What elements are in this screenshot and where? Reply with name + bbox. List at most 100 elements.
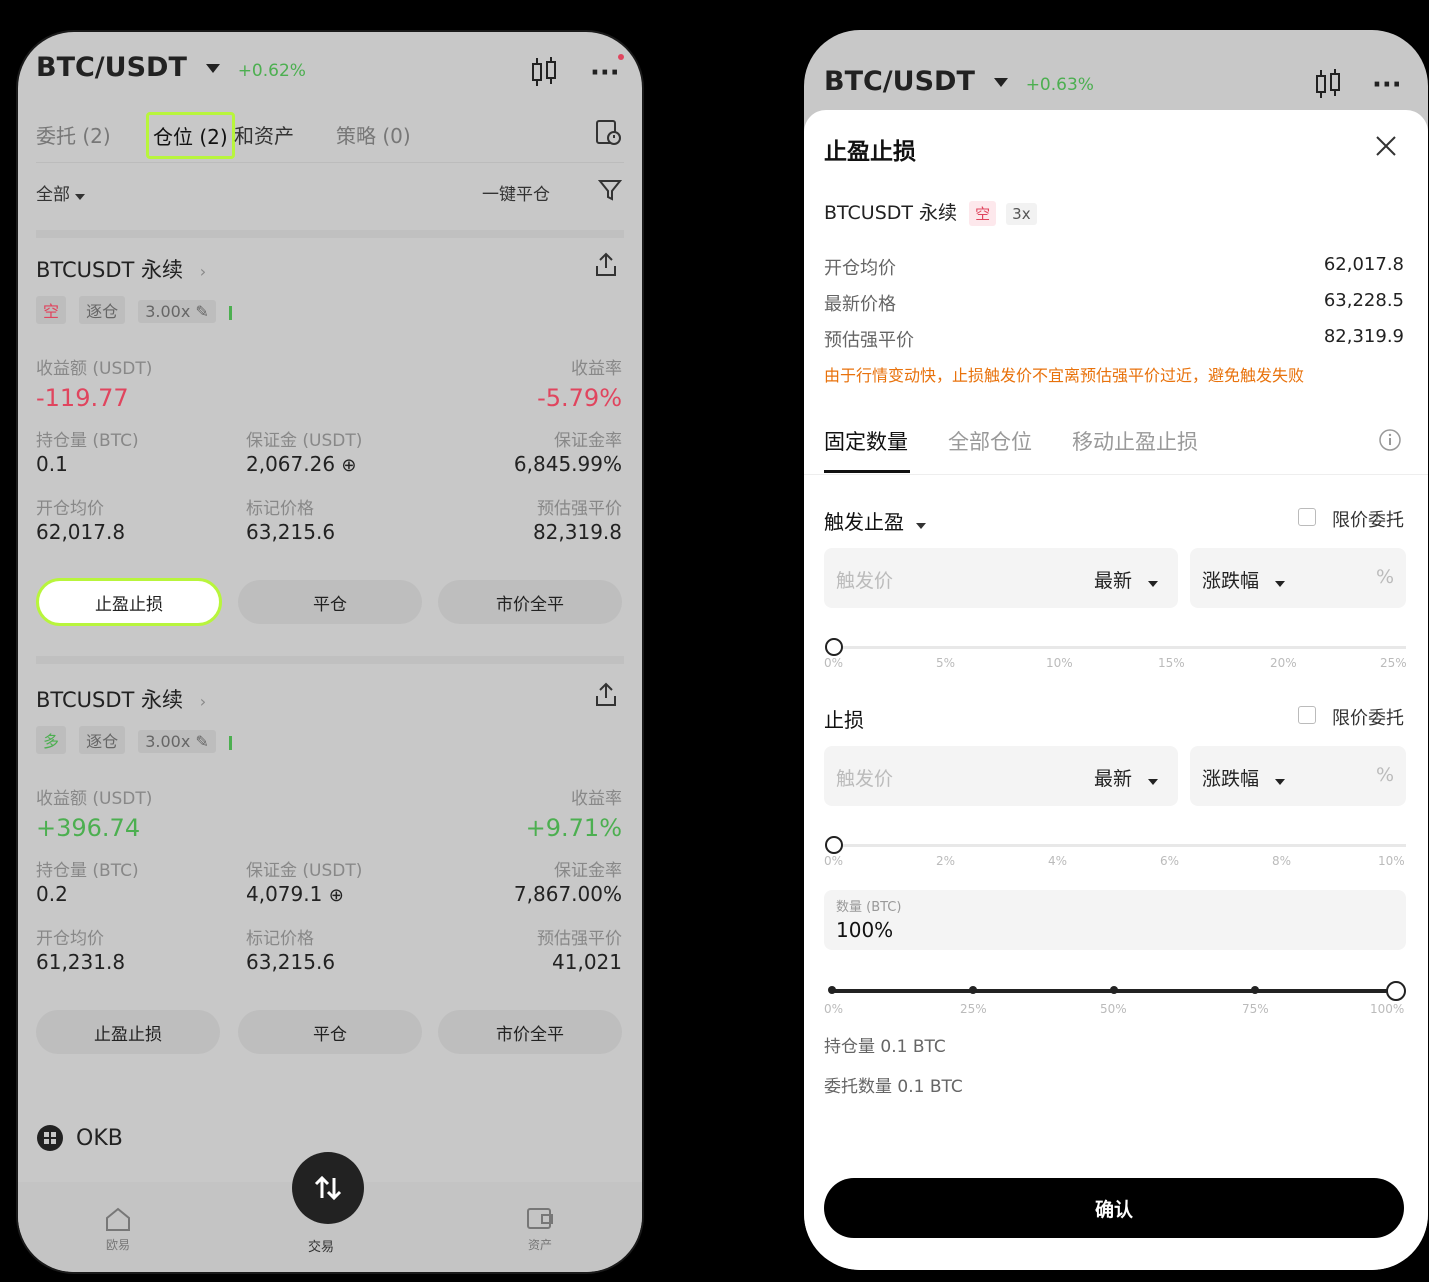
margin-ratio-value: 7,867.00% [513, 882, 622, 906]
nav-assets[interactable]: 资产 [520, 1204, 560, 1253]
chevron-down-icon [75, 194, 86, 200]
candlestick-icon[interactable] [530, 56, 558, 88]
side-tag: 空 [969, 201, 997, 226]
tp-limit-label: 限价委托 [1332, 510, 1404, 531]
tp-tick: 0% [824, 656, 844, 670]
nav-home[interactable]: 欧易 [98, 1206, 138, 1253]
mark-label: 标记价格 [246, 929, 314, 949]
liq-value: 82,319.8 [532, 520, 622, 544]
sl-slider-handle[interactable] [825, 836, 843, 854]
sl-trigger-input[interactable]: 触发价 最新 [824, 746, 1178, 806]
entry-price-label: 开仓均价 [824, 258, 896, 279]
qty-tick: 100% [1370, 1002, 1405, 1016]
nav-trade-label[interactable]: 交易 [308, 1236, 334, 1255]
left-phone: BTC/USDT +0.62% ··· 委托 (2) 仓位 (2) 和资产 策略… [18, 32, 642, 1272]
close-icon[interactable] [1374, 134, 1398, 158]
qty-tick: 25% [960, 1002, 987, 1016]
add-margin-icon[interactable]: ⊕ [329, 885, 344, 906]
qty-slider-handle[interactable] [1386, 981, 1406, 1001]
tab-all-positions[interactable]: 全部仓位 [948, 426, 1032, 456]
more-icon[interactable]: ··· [1372, 70, 1402, 100]
contract-row: BTCUSDT 永续 空 3x [824, 198, 1037, 226]
sl-tick: 8% [1272, 854, 1292, 868]
trade-fab[interactable] [292, 1152, 364, 1224]
risk-bar [228, 735, 232, 750]
tp-sl-button[interactable]: 止盈止损 [36, 1010, 220, 1054]
last-price-value: 63,228.5 [1323, 290, 1404, 311]
tp-sl-sheet: 止盈止损 BTCUSDT 永续 空 3x 开仓均价 62,017.8 最新价格 … [804, 110, 1428, 1270]
filter-dropdown[interactable]: 全部 [36, 180, 86, 205]
pair-title[interactable]: BTC/USDT +0.63% [824, 66, 1094, 97]
tab-positions[interactable]: 仓位 (2) [146, 112, 235, 159]
mode-tag: 逐仓 [79, 726, 126, 754]
tab-orders[interactable]: 委托 (2) [36, 120, 111, 149]
tp-slider-track[interactable] [832, 646, 1406, 649]
mark-label: 标记价格 [246, 499, 314, 519]
liq-value: 41,021 [552, 950, 622, 974]
position-title[interactable]: BTCUSDT 永续 › [36, 684, 206, 714]
more-icon[interactable]: ··· [590, 58, 620, 88]
tp-change-input[interactable]: 涨跌幅 % [1190, 548, 1406, 608]
quantity-input[interactable]: 数量 (BTC) 100% [824, 890, 1406, 950]
tp-tick: 5% [936, 656, 956, 670]
leverage-tag[interactable]: 3.00x ✎ [138, 730, 216, 753]
sl-tick: 0% [824, 854, 844, 868]
entry-value: 62,017.8 [36, 520, 126, 544]
tp-price-type-dropdown[interactable]: 最新 [1094, 566, 1159, 593]
tab-strategy[interactable]: 策略 (0) [336, 120, 411, 149]
margin-ratio-label: 保证金率 [554, 431, 622, 451]
candlestick-icon[interactable] [1314, 68, 1342, 100]
sl-change-input[interactable]: 涨跌幅 % [1190, 746, 1406, 806]
add-margin-icon[interactable]: ⊕ [341, 455, 356, 476]
sl-change-type-dropdown[interactable]: 涨跌幅 [1202, 764, 1286, 791]
tab-trailing[interactable]: 移动止盈止损 [1072, 426, 1198, 456]
mark-value: 63,215.6 [246, 950, 336, 974]
sl-tick: 2% [936, 854, 956, 868]
swap-icon [314, 1175, 342, 1201]
tp-change-type-dropdown[interactable]: 涨跌幅 [1202, 566, 1286, 593]
share-icon[interactable] [594, 682, 618, 708]
pair-title[interactable]: BTC/USDT +0.62% [36, 52, 306, 83]
asset-name: OKB [76, 1125, 123, 1151]
roi-value: +9.71% [525, 814, 622, 842]
right-phone: BTC/USDT +0.63% ··· 止盈止损 BTCUSDT 永续 空 3x… [804, 30, 1428, 1270]
history-icon[interactable] [594, 118, 622, 148]
close-all-button[interactable]: 一键平仓 [482, 180, 550, 205]
margin-value: 2,067.26 ⊕ [246, 452, 357, 476]
tab-underline [824, 470, 910, 473]
filter-icon[interactable] [598, 178, 622, 202]
tp-type-dropdown[interactable]: 触发止盈 [824, 506, 927, 535]
market-close-button[interactable]: 市价全平 [438, 1010, 622, 1054]
roi-label: 收益率 [571, 359, 622, 379]
tp-slider-handle[interactable] [825, 638, 843, 656]
sl-limit-checkbox[interactable] [1298, 706, 1316, 724]
risk-bar [228, 305, 232, 320]
sl-price-type-dropdown[interactable]: 最新 [1094, 764, 1159, 791]
sl-tick: 10% [1378, 854, 1405, 868]
tp-trigger-input[interactable]: 触发价 最新 [824, 548, 1178, 608]
close-button[interactable]: 平仓 [238, 580, 422, 624]
share-icon[interactable] [594, 252, 618, 278]
entry-price-value: 62,017.8 [1323, 254, 1404, 275]
market-close-button[interactable]: 市价全平 [438, 580, 622, 624]
margin-label: 保证金 (USDT) [246, 431, 363, 451]
margin-value: 4,079.1 ⊕ [246, 882, 344, 906]
asset-row[interactable]: OKB [36, 1124, 123, 1152]
qty-tick: 50% [1100, 1002, 1127, 1016]
notification-dot [618, 54, 624, 60]
info-icon[interactable] [1378, 428, 1402, 452]
tab-fixed-amount[interactable]: 固定数量 [824, 426, 908, 456]
tab-assets[interactable]: 和资产 [234, 120, 294, 149]
leverage-tag[interactable]: 3.00x ✎ [138, 300, 216, 323]
sl-slider-track[interactable] [832, 844, 1406, 847]
position-title[interactable]: BTCUSDT 永续 › [36, 254, 206, 284]
tp-sl-button[interactable]: 止盈止损 [36, 578, 222, 626]
order-size-text: 委托数量 0.1 BTC [824, 1077, 963, 1097]
close-button[interactable]: 平仓 [238, 1010, 422, 1054]
sl-label: 止损 [824, 708, 864, 732]
chevron-down-icon [916, 523, 927, 529]
tp-limit-checkbox[interactable] [1298, 508, 1316, 526]
tp-tick: 15% [1158, 656, 1185, 670]
confirm-button[interactable]: 确认 [824, 1178, 1404, 1238]
warning-text: 由于行情变动快，止损触发价不宜离预估强平价过近，避免触发失败 [824, 366, 1305, 385]
